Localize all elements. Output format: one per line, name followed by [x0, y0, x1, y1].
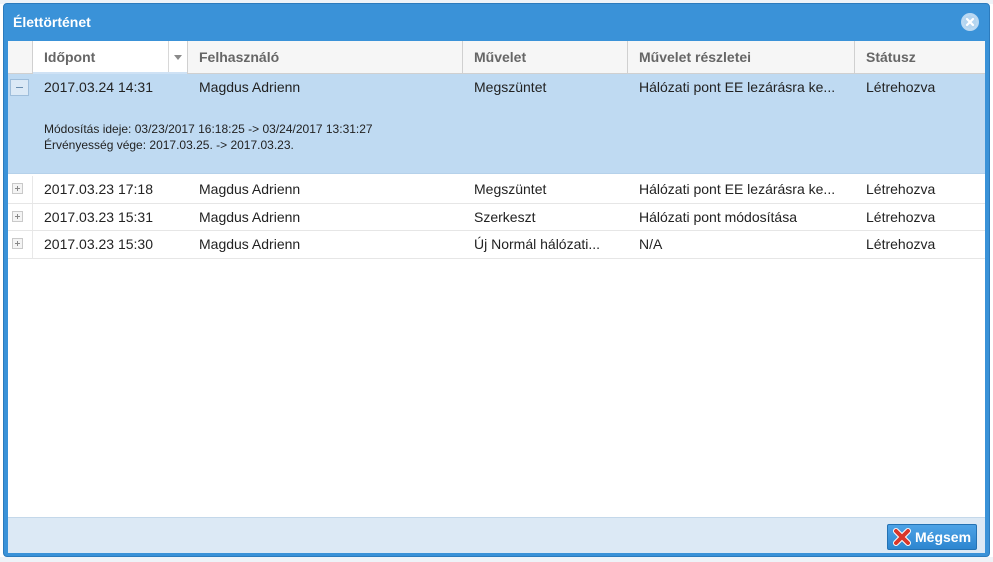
cell-user: Magdus Adrienn [199, 209, 301, 225]
cell-action: Szerkeszt [474, 209, 536, 225]
plus-icon-stem [17, 241, 18, 246]
plus-icon-stem [17, 186, 18, 191]
cell-user: Magdus Adrienn [199, 236, 301, 252]
column-header-user[interactable]: Felhasználó [188, 41, 463, 73]
cell-action: Új Normál hálózati... [474, 236, 601, 252]
cell-status: Létrehozva [866, 209, 936, 225]
cell-details: Hálózati pont EE lezárásra ke... [639, 79, 836, 95]
column-header-label: Státusz [866, 49, 916, 65]
history-dialog: Élettörténet Időpont Felhasználó Művelet… [3, 3, 990, 557]
cell-time: 2017.03.23 17:18 [44, 181, 153, 197]
column-header-action[interactable]: Művelet [463, 41, 628, 73]
expand-row-button[interactable] [12, 211, 23, 222]
cell-user: Magdus Adrienn [199, 181, 301, 197]
cell-details: Hálózati pont módosítása [639, 209, 797, 225]
column-header-label: Művelet [474, 49, 527, 65]
dialog-title: Élettörténet [13, 14, 91, 30]
cell-action: Megszüntet [474, 79, 547, 95]
table-row[interactable]: 2017.03.23 15:31 Magdus Adrienn Szerkesz… [8, 204, 985, 231]
cell-status: Létrehozva [866, 79, 936, 95]
dialog-titlebar[interactable]: Élettörténet [4, 4, 989, 40]
column-header-label: Időpont [44, 49, 96, 65]
row-detail-line: Érvényesség vége: 2017.03.25. -> 2017.03… [44, 138, 294, 152]
dialog-footer: Mégsem [8, 517, 985, 553]
minus-icon [16, 87, 23, 88]
expander-column-header [8, 41, 33, 73]
red-x-icon [893, 528, 911, 546]
column-header-time[interactable]: Időpont [33, 41, 188, 74]
cell-time: 2017.03.23 15:30 [44, 236, 153, 252]
column-header-details[interactable]: Művelet részletei [628, 41, 855, 73]
column-header-status[interactable]: Státusz [855, 41, 985, 73]
close-button[interactable] [961, 13, 979, 31]
cell-time: 2017.03.23 15:31 [44, 209, 153, 225]
grid-header: Időpont Felhasználó Művelet Művelet rész… [8, 41, 985, 74]
cell-status: Létrehozva [866, 181, 936, 197]
table-row[interactable]: 2017.03.23 15:30 Magdus Adrienn Új Normá… [8, 231, 985, 259]
cell-details: N/A [639, 236, 663, 252]
row-separator [32, 176, 33, 203]
table-row[interactable]: 2017.03.24 14:31 Magdus Adrienn Megszünt… [8, 74, 985, 174]
cancel-button-label: Mégsem [915, 529, 972, 545]
column-header-label: Művelet részletei [639, 49, 752, 65]
row-separator [32, 231, 33, 258]
cancel-button[interactable]: Mégsem [887, 524, 977, 550]
collapse-row-button[interactable] [10, 79, 29, 96]
cell-status: Létrehozva [866, 236, 936, 252]
row-separator [32, 204, 33, 230]
row-detail-line: Módosítás ideje: 03/23/2017 16:18:25 -> … [44, 122, 373, 136]
cell-action: Megszüntet [474, 181, 547, 197]
cell-time: 2017.03.24 14:31 [44, 79, 153, 95]
history-grid: Időpont Felhasználó Művelet Művelet rész… [8, 41, 985, 517]
plus-icon-stem [17, 214, 18, 219]
cell-user: Magdus Adrienn [199, 79, 301, 95]
expand-row-button[interactable] [12, 183, 23, 194]
column-menu-trigger[interactable] [168, 41, 187, 73]
close-icon [963, 15, 977, 29]
expand-row-button[interactable] [12, 238, 23, 249]
table-row[interactable]: 2017.03.23 17:18 Magdus Adrienn Megszünt… [8, 176, 985, 204]
cell-details: Hálózati pont EE lezárásra ke... [639, 181, 836, 197]
background-page-strip-bottom [0, 557, 993, 562]
column-header-label: Felhasználó [199, 49, 280, 65]
